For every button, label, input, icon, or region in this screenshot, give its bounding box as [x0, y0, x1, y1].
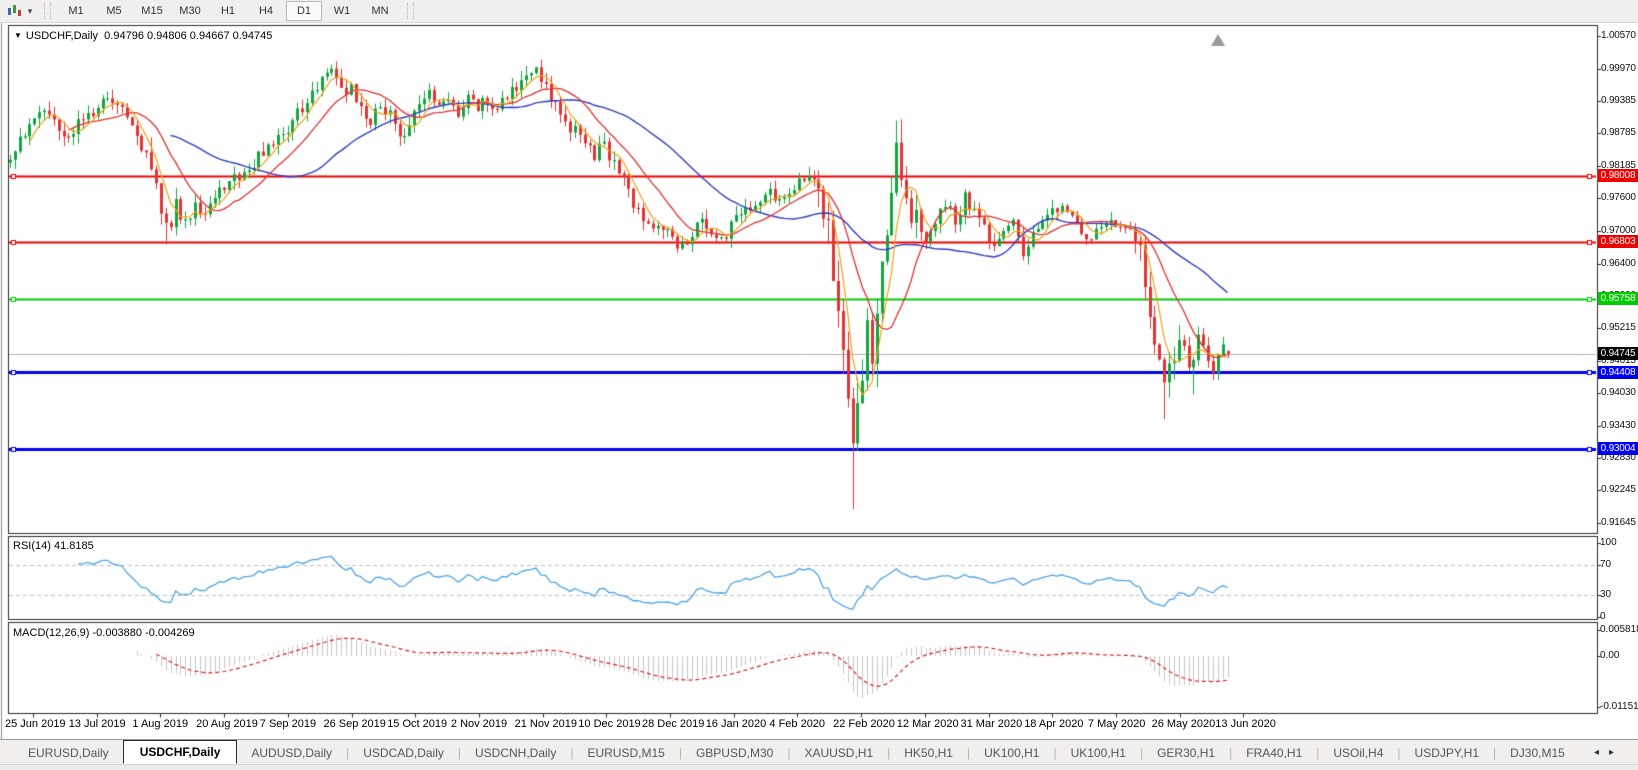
chart-tab-XAUUSD-H1[interactable]: XAUUSD,H1: [790, 743, 887, 763]
hline-price-tag[interactable]: 0.96803: [1598, 235, 1638, 248]
tabs: EURUSD,DailyUSDCHF,DailyAUDUSD,Daily|USD…: [14, 741, 1579, 765]
price-axis-tick: 0.96400: [1601, 258, 1636, 269]
chart-symbol-label: USDCHF,Daily: [26, 30, 98, 42]
date-axis-label: 2 Nov 2019: [451, 718, 507, 730]
price-axis-tick: 0.99385: [1601, 95, 1636, 106]
chart-tab-USOil-H4[interactable]: USOil,H4: [1319, 743, 1397, 763]
date-axis-label: 31 Mar 2020: [961, 718, 1023, 730]
chart-tab-EURUSD-Daily[interactable]: EURUSD,Daily: [14, 743, 123, 763]
chart-tab-USDCNH-Daily[interactable]: USDCNH,Daily: [461, 743, 570, 763]
macd-name: MACD(12,26,9): [13, 627, 89, 639]
date-axis-label: 25 Jun 2019: [5, 718, 66, 730]
chart-tab-UK100-H1[interactable]: UK100,H1: [970, 743, 1053, 763]
rsi-axis-tick: 100: [1600, 537, 1617, 548]
date-axis-label: 26 Sep 2019: [324, 718, 386, 730]
hline-price-tag[interactable]: 0.98008: [1598, 169, 1638, 182]
date-axis-label: 13 Jul 2019: [69, 718, 126, 730]
tab-scroll-arrows[interactable]: ◂▸: [1594, 747, 1624, 758]
chart-tab-USDCAD-Daily[interactable]: USDCAD,Daily: [349, 743, 458, 763]
date-axis-label: 28 Dec 2019: [642, 718, 704, 730]
chart-tab-GER30-H1[interactable]: GER30,H1: [1143, 743, 1229, 763]
date-axis-label: 7 Sep 2019: [260, 718, 316, 730]
date-axis-label: 21 Nov 2019: [515, 718, 577, 730]
price-axis-tick: 0.92245: [1601, 484, 1636, 495]
date-axis-label: 20 Aug 2019: [196, 718, 258, 730]
date-axis-label: 1 Aug 2019: [132, 718, 188, 730]
date-axis-label: 22 Feb 2020: [833, 718, 895, 730]
price-axis-tick: 0.91645: [1601, 517, 1636, 528]
chart-ohlc-values: 0.94796 0.94806 0.94667 0.94745: [104, 30, 272, 42]
price-axis-tick: 0.99970: [1601, 63, 1636, 74]
chart-canvas[interactable]: [0, 0, 1638, 770]
collapse-triangle-icon[interactable]: ▼: [14, 31, 22, 40]
date-axis-label: 26 May 2020: [1152, 718, 1216, 730]
rsi-indicator-label: RSI(14) 41.8185: [13, 540, 94, 552]
tab-scroll-left-icon[interactable]: ◂: [1594, 747, 1609, 758]
price-axis-tick: 1.00570: [1601, 30, 1636, 41]
date-axis-label: 12 Mar 2020: [897, 718, 959, 730]
tab-scroll-right-icon[interactable]: ▸: [1609, 747, 1624, 758]
price-axis-tick: 0.93430: [1601, 420, 1636, 431]
chart-tab-DJ30-M15[interactable]: DJ30,M15: [1496, 743, 1579, 763]
macd-current-values: -0.003880 -0.004269: [92, 627, 194, 639]
rsi-axis-tick: 30: [1600, 589, 1611, 600]
date-axis-label: 15 Oct 2019: [387, 718, 447, 730]
price-axis-tick: 0.95215: [1601, 322, 1636, 333]
price-axis-tick: 0.97600: [1601, 192, 1636, 203]
date-axis-label: 10 Dec 2019: [578, 718, 640, 730]
current-price-tag: 0.94745: [1598, 347, 1638, 360]
date-axis-label: 7 May 2020: [1088, 718, 1145, 730]
chart-tab-USDJPY-H1[interactable]: USDJPY,H1: [1401, 743, 1493, 763]
macd-axis-tick: 0.00: [1600, 650, 1619, 661]
price-axis-tick: 0.94030: [1601, 387, 1636, 398]
chart-tab-FRA40-H1[interactable]: FRA40,H1: [1232, 743, 1316, 763]
horizontal-scrollbar[interactable]: [0, 764, 1638, 770]
rsi-name: RSI(14): [13, 540, 51, 552]
price-axis-tick: 0.98785: [1601, 127, 1636, 138]
chart-tab-bar: EURUSD,DailyUSDCHF,DailyAUDUSD,Daily|USD…: [0, 739, 1638, 765]
rsi-axis-tick: 0: [1600, 611, 1606, 622]
rsi-current-value: 41.8185: [54, 540, 94, 552]
date-axis-label: 16 Jan 2020: [706, 718, 767, 730]
hline-price-tag[interactable]: 0.93004: [1598, 442, 1638, 455]
hline-price-tag[interactable]: 0.95758: [1598, 292, 1638, 305]
date-axis-label: 4 Feb 2020: [769, 718, 825, 730]
macd-axis-tick: 0.005818: [1600, 624, 1638, 635]
tabbar-spacer: [0, 740, 14, 765]
chart-tab-EURUSD-M15[interactable]: EURUSD,M15: [573, 743, 678, 763]
chart-tab-GBPUSD-M30[interactable]: GBPUSD,M30: [682, 743, 787, 763]
chart-title: ▼ USDCHF,Daily 0.94796 0.94806 0.94667 0.…: [14, 30, 272, 42]
chart-tab-UK100-H1[interactable]: UK100,H1: [1057, 743, 1140, 763]
chart-tab-USDCHF-Daily[interactable]: USDCHF,Daily: [123, 740, 238, 764]
chart-tab-AUDUSD-Daily[interactable]: AUDUSD,Daily: [237, 743, 346, 763]
chart-tab-HK50-H1[interactable]: HK50,H1: [890, 743, 967, 763]
macd-indicator-label: MACD(12,26,9) -0.003880 -0.004269: [13, 627, 195, 639]
macd-axis-tick: -0.011514: [1600, 701, 1638, 712]
mt4-window: ▾ M1M5M15M30H1H4D1W1MN ▼USDCHF,Daily 0.9…: [0, 0, 1638, 770]
rsi-axis-tick: 70: [1600, 559, 1611, 570]
date-axis-label: 18 Apr 2020: [1024, 718, 1083, 730]
date-axis-label: 13 Jun 2020: [1215, 718, 1276, 730]
hline-price-tag[interactable]: 0.94408: [1598, 366, 1638, 379]
